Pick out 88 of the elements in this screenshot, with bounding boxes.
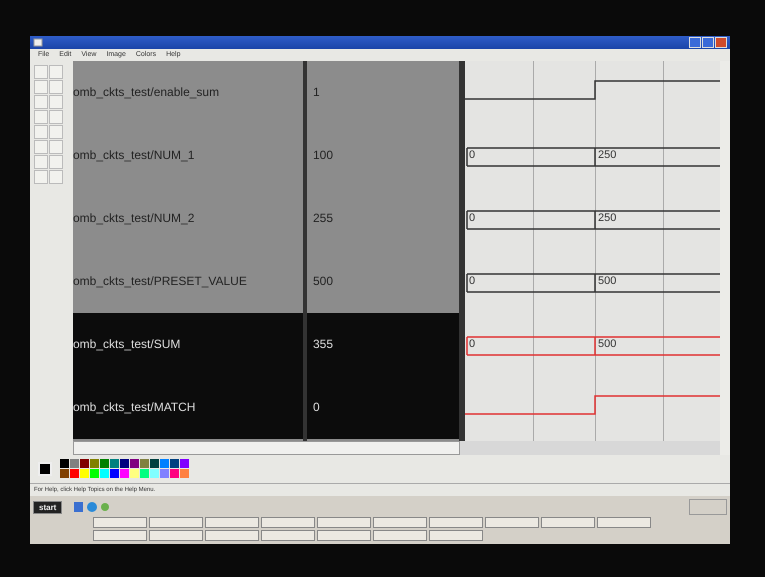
bus-value: 0 bbox=[469, 148, 476, 161]
tool-button[interactable] bbox=[34, 170, 48, 184]
taskbar-button[interactable] bbox=[597, 517, 651, 528]
tool-button[interactable] bbox=[49, 154, 63, 169]
taskbar-button[interactable] bbox=[205, 517, 259, 528]
scrollbar[interactable] bbox=[73, 440, 460, 455]
current-color-icon bbox=[38, 462, 52, 476]
tool-button[interactable] bbox=[34, 154, 48, 169]
color-swatch[interactable] bbox=[180, 469, 189, 478]
tool-button[interactable] bbox=[49, 140, 63, 154]
tool-button[interactable] bbox=[49, 124, 63, 139]
taskbar-button[interactable] bbox=[93, 517, 147, 528]
color-swatch[interactable] bbox=[140, 469, 149, 478]
start-button[interactable]: start bbox=[33, 500, 62, 514]
signal-value: 100 bbox=[312, 147, 334, 164]
scrollbar[interactable] bbox=[720, 60, 730, 455]
signal-name: omb_ckts_test/PRESET_VALUE bbox=[73, 273, 248, 290]
color-swatch[interactable] bbox=[60, 469, 69, 478]
taskbar-button[interactable] bbox=[205, 530, 259, 541]
bus-value: 0 bbox=[469, 212, 476, 224]
taskbar-button[interactable] bbox=[317, 530, 371, 541]
tool-button[interactable] bbox=[49, 170, 63, 184]
color-swatch[interactable] bbox=[160, 459, 169, 468]
color-swatch[interactable] bbox=[110, 469, 119, 478]
signal-value: 500 bbox=[312, 273, 334, 290]
signal-name: omb_ckts_test/MATCH bbox=[73, 376, 303, 439]
color-swatch[interactable] bbox=[120, 469, 129, 478]
tool-button[interactable] bbox=[34, 110, 48, 124]
color-swatch[interactable] bbox=[110, 459, 119, 468]
bus-value: 0 bbox=[469, 274, 476, 287]
tool-button[interactable] bbox=[34, 80, 48, 94]
tool-button[interactable] bbox=[34, 124, 48, 139]
signal-value: 0 bbox=[307, 376, 459, 439]
color-swatch[interactable] bbox=[70, 459, 79, 468]
tool-button[interactable] bbox=[49, 64, 63, 79]
clock-area bbox=[689, 499, 727, 515]
color-swatch[interactable] bbox=[140, 459, 149, 468]
color-swatch[interactable] bbox=[70, 469, 79, 478]
color-swatch[interactable] bbox=[180, 459, 189, 468]
color-swatch[interactable] bbox=[150, 469, 159, 478]
tool-button[interactable] bbox=[49, 110, 63, 124]
bus-value: 250 bbox=[598, 212, 616, 224]
tool-button[interactable] bbox=[34, 140, 48, 154]
tool-button[interactable] bbox=[49, 80, 63, 94]
bus-value: 500 bbox=[598, 274, 616, 287]
signal-name: omb_ckts_test/SUM bbox=[73, 312, 303, 376]
signal-value: 1 bbox=[312, 84, 321, 102]
signal-name: omb_ckts_test/enable_sum bbox=[73, 84, 220, 102]
taskbar-button[interactable] bbox=[429, 517, 483, 528]
taskbar-button[interactable] bbox=[149, 517, 203, 528]
taskbar-button[interactable] bbox=[93, 530, 147, 541]
taskbar-button[interactable] bbox=[149, 530, 203, 541]
color-swatch[interactable] bbox=[100, 469, 109, 478]
color-swatch[interactable] bbox=[170, 469, 179, 478]
taskbar-button[interactable] bbox=[317, 517, 371, 528]
signal-name: omb_ckts_test/NUM_1 bbox=[73, 147, 196, 164]
taskbar-button[interactable] bbox=[485, 517, 539, 528]
taskbar-button[interactable] bbox=[373, 530, 427, 541]
close-button[interactable] bbox=[715, 37, 727, 48]
signal-name: omb_ckts_test/NUM_2 bbox=[73, 210, 196, 228]
color-swatch[interactable] bbox=[120, 459, 129, 468]
taskbar-button[interactable] bbox=[261, 517, 315, 528]
window-button[interactable] bbox=[702, 37, 714, 48]
color-swatch[interactable] bbox=[80, 469, 89, 478]
signal-value: 255 bbox=[312, 210, 334, 228]
taskbar-button[interactable] bbox=[373, 517, 427, 528]
bus-value: 0 bbox=[469, 338, 476, 350]
signal-value: 355 bbox=[307, 312, 459, 376]
color-swatch[interactable] bbox=[90, 459, 99, 468]
color-swatch[interactable] bbox=[80, 459, 89, 468]
color-swatch[interactable] bbox=[170, 459, 179, 468]
window-button[interactable] bbox=[689, 37, 701, 48]
color-swatch[interactable] bbox=[130, 469, 139, 478]
color-swatch[interactable] bbox=[130, 459, 139, 468]
color-swatch[interactable] bbox=[100, 459, 109, 468]
tool-button[interactable] bbox=[34, 64, 48, 79]
color-swatch[interactable] bbox=[90, 469, 99, 478]
bus-value: 500 bbox=[598, 338, 616, 350]
color-swatch[interactable] bbox=[160, 469, 169, 478]
bus-value: 250 bbox=[598, 148, 616, 161]
color-swatch[interactable] bbox=[150, 459, 159, 468]
tool-button[interactable] bbox=[49, 94, 63, 109]
color-swatch[interactable] bbox=[60, 459, 69, 468]
paint-icon bbox=[33, 38, 43, 48]
taskbar-button[interactable] bbox=[541, 517, 595, 528]
taskbar-button[interactable] bbox=[429, 530, 483, 541]
tool-button[interactable] bbox=[34, 94, 48, 109]
taskbar-button[interactable] bbox=[261, 530, 315, 541]
